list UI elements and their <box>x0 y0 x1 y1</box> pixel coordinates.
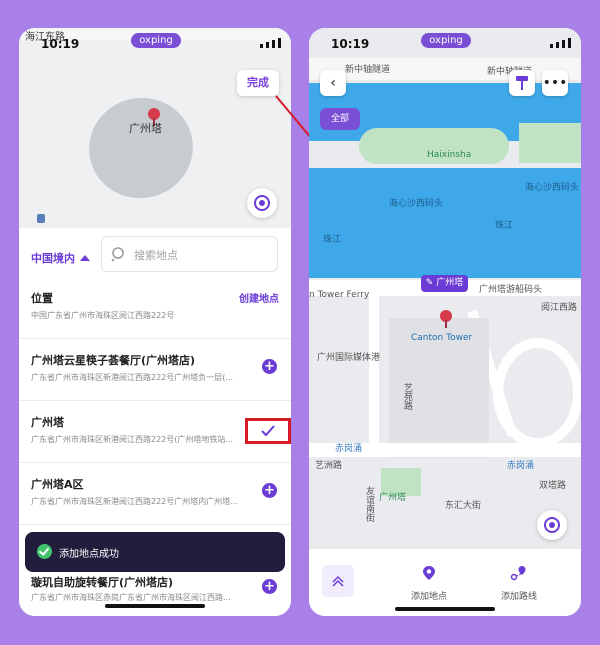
add-route-button[interactable]: 添加路线 <box>489 565 549 602</box>
location-pin-icon <box>440 310 452 328</box>
map-label: 赤岗涌 <box>507 461 535 471</box>
pencil-icon: ✎ <box>425 278 434 288</box>
signal-icon <box>550 38 571 48</box>
signal-icon <box>260 38 281 48</box>
paint-roller-icon <box>516 76 528 90</box>
route-icon <box>510 566 526 581</box>
map-label: 艺苑路 <box>402 383 412 410</box>
add-route-label: 添加路线 <box>500 592 537 602</box>
map-label: 海心沙西码头 <box>389 199 444 209</box>
more-dots-icon: ••• <box>542 75 568 91</box>
add-place-button[interactable]: 添加地点 <box>399 565 459 602</box>
map-label: 广州国际媒体港 <box>317 353 381 363</box>
selected-place-tag[interactable]: ✎ 广州塔 <box>421 275 468 292</box>
status-bar: 10:19 oxping <box>309 28 581 54</box>
map-label: 珠江 <box>495 221 514 231</box>
map-road <box>369 292 379 452</box>
phone-map-screen: 新中轴隧道 新中轴隧道 Haixinsha 海心沙西码头 海心沙西码头 珠江 珠… <box>309 28 581 616</box>
tag-label: 广州塔 <box>436 278 464 288</box>
chevron-left-icon: ‹ <box>330 75 336 91</box>
location-pin-icon <box>423 566 435 580</box>
map-label: 东汇大街 <box>445 501 482 511</box>
more-button[interactable]: ••• <box>542 70 568 96</box>
bottom-toolbar: 添加地点 添加路线 <box>309 548 581 616</box>
map-label: 海心沙西码头 <box>525 183 580 193</box>
park-shape <box>519 123 581 163</box>
map-label: 双塔路 <box>539 481 567 491</box>
map-label: 广州塔 <box>379 493 407 503</box>
road-label: 新中轴隧道 <box>345 65 391 75</box>
home-indicator <box>395 607 495 611</box>
map-label: 广州塔游船码头 <box>479 285 543 295</box>
filter-all-button[interactable]: 全部 <box>320 108 360 130</box>
status-time: 10:19 <box>41 37 80 51</box>
back-button[interactable]: ‹ <box>320 70 346 96</box>
map-label: 珠江 <box>323 235 342 245</box>
theme-button[interactable] <box>509 70 535 96</box>
map-label: 友谊南街 <box>364 486 374 522</box>
roundabout-shape <box>493 338 581 448</box>
map-label: n Tower Ferry <box>309 290 370 300</box>
map-label: 艺洲路 <box>315 461 343 471</box>
app-pill: oxping <box>131 33 181 48</box>
locate-button[interactable] <box>537 510 567 540</box>
app-pill: oxping <box>421 33 471 48</box>
map-label: 赤岗涌 <box>335 444 363 454</box>
status-bar: 10:19 oxping <box>19 28 291 54</box>
chevron-up-icon <box>332 575 344 587</box>
map-label: Haixinsha <box>427 150 472 160</box>
status-time: 10:19 <box>331 37 370 51</box>
map-label: Canton Tower <box>411 333 473 343</box>
target-icon <box>544 517 560 533</box>
expand-button[interactable] <box>322 565 354 597</box>
add-place-label: 添加地点 <box>410 592 447 602</box>
map-label: 阅江西路 <box>541 303 578 313</box>
